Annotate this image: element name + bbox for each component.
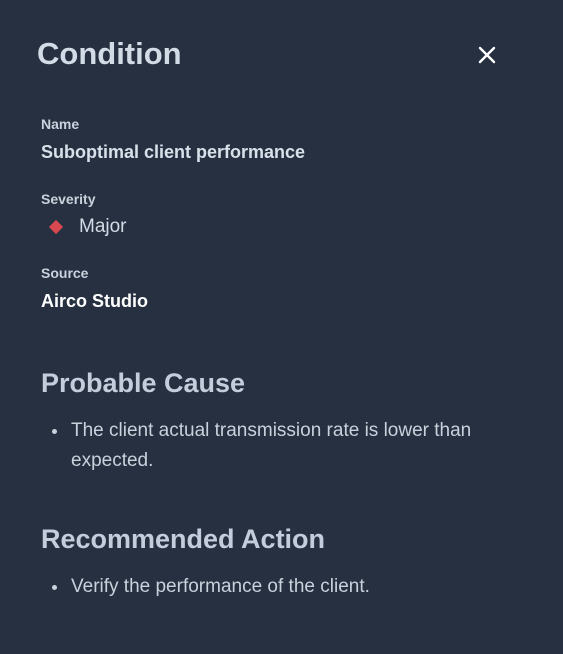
name-value: Suboptimal client performance	[41, 142, 306, 162]
recommended-action-list: Verify the performance of the client.	[41, 572, 511, 602]
source-value: Airco Studio	[41, 291, 148, 311]
close-icon	[478, 46, 496, 64]
condition-panel: Condition Name Suboptimal client perform…	[0, 0, 563, 654]
source-label: Source	[41, 265, 89, 281]
severity-value: Major	[48, 214, 127, 240]
panel-title: Condition	[37, 36, 182, 71]
list-item: The client actual transmission rate is l…	[41, 416, 511, 476]
diamond-icon	[48, 219, 64, 235]
close-button[interactable]	[472, 40, 502, 70]
name-label: Name	[41, 116, 80, 132]
severity-label: Severity	[41, 191, 96, 207]
probable-cause-heading: Probable Cause	[41, 368, 246, 398]
recommended-action-heading: Recommended Action	[41, 524, 326, 554]
probable-cause-list: The client actual transmission rate is l…	[41, 416, 511, 476]
list-item: Verify the performance of the client.	[41, 572, 511, 602]
severity-text: Major	[79, 216, 127, 237]
